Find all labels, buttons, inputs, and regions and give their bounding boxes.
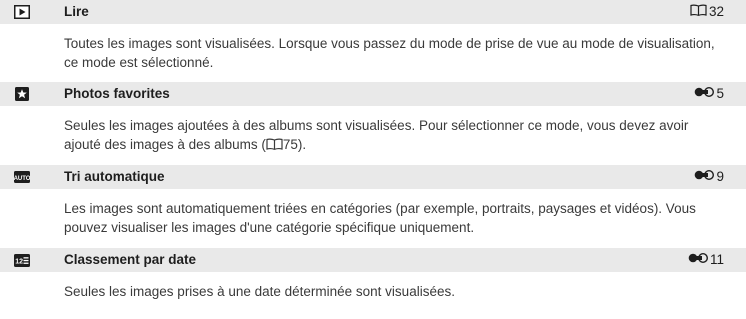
page-reference: 11 bbox=[688, 252, 724, 268]
svg-text:12: 12 bbox=[15, 258, 23, 265]
page-reference: 9 bbox=[694, 169, 724, 185]
page-number: 5 bbox=[716, 86, 724, 101]
playback-icon bbox=[14, 4, 30, 20]
page-reference: 5 bbox=[694, 86, 724, 102]
list-by-date-icon: 12 bbox=[14, 252, 30, 268]
reference-link-icon bbox=[694, 169, 715, 185]
section-title: Tri automatique bbox=[64, 169, 165, 184]
page-reference: 32 bbox=[690, 4, 724, 20]
section-title: Classement par date bbox=[64, 252, 197, 267]
description-text-end: ). bbox=[297, 137, 307, 152]
svg-text:AUTO: AUTO bbox=[14, 176, 30, 182]
section-description: Seules les images prises à une date déte… bbox=[64, 284, 455, 299]
description-text: Seules les images ajoutées à des albums … bbox=[64, 118, 689, 152]
section-description: Toutes les images sont visualisées. Lors… bbox=[64, 36, 715, 70]
reference-link-icon bbox=[688, 252, 708, 268]
page-number: 9 bbox=[716, 169, 724, 184]
playback-mode-table: Lire 32 Toutes les images sont visualisé… bbox=[0, 0, 746, 319]
auto-sort-icon: AUTO bbox=[14, 169, 30, 185]
book-icon bbox=[690, 4, 707, 20]
page-number: 32 bbox=[708, 4, 724, 19]
section-description: Seules les images ajoutées à des albums … bbox=[64, 116, 724, 155]
section-title: Lire bbox=[64, 4, 89, 19]
description-page-number: 75 bbox=[282, 137, 298, 152]
book-icon bbox=[266, 136, 283, 155]
section-header-classement-par-date: 12 Classement par date 11 bbox=[0, 248, 746, 272]
section-description: Les images sont automatiquement triées e… bbox=[64, 201, 696, 235]
section-header-lire: Lire 32 bbox=[0, 0, 746, 24]
section-title: Photos favorites bbox=[64, 86, 170, 101]
section-header-tri-automatique: AUTO Tri automatique 9 bbox=[0, 165, 746, 189]
favorites-star-icon bbox=[14, 86, 30, 102]
section-header-photos-favorites: Photos favorites 5 bbox=[0, 82, 746, 106]
page-number: 11 bbox=[709, 252, 724, 267]
reference-link-icon bbox=[694, 86, 715, 102]
